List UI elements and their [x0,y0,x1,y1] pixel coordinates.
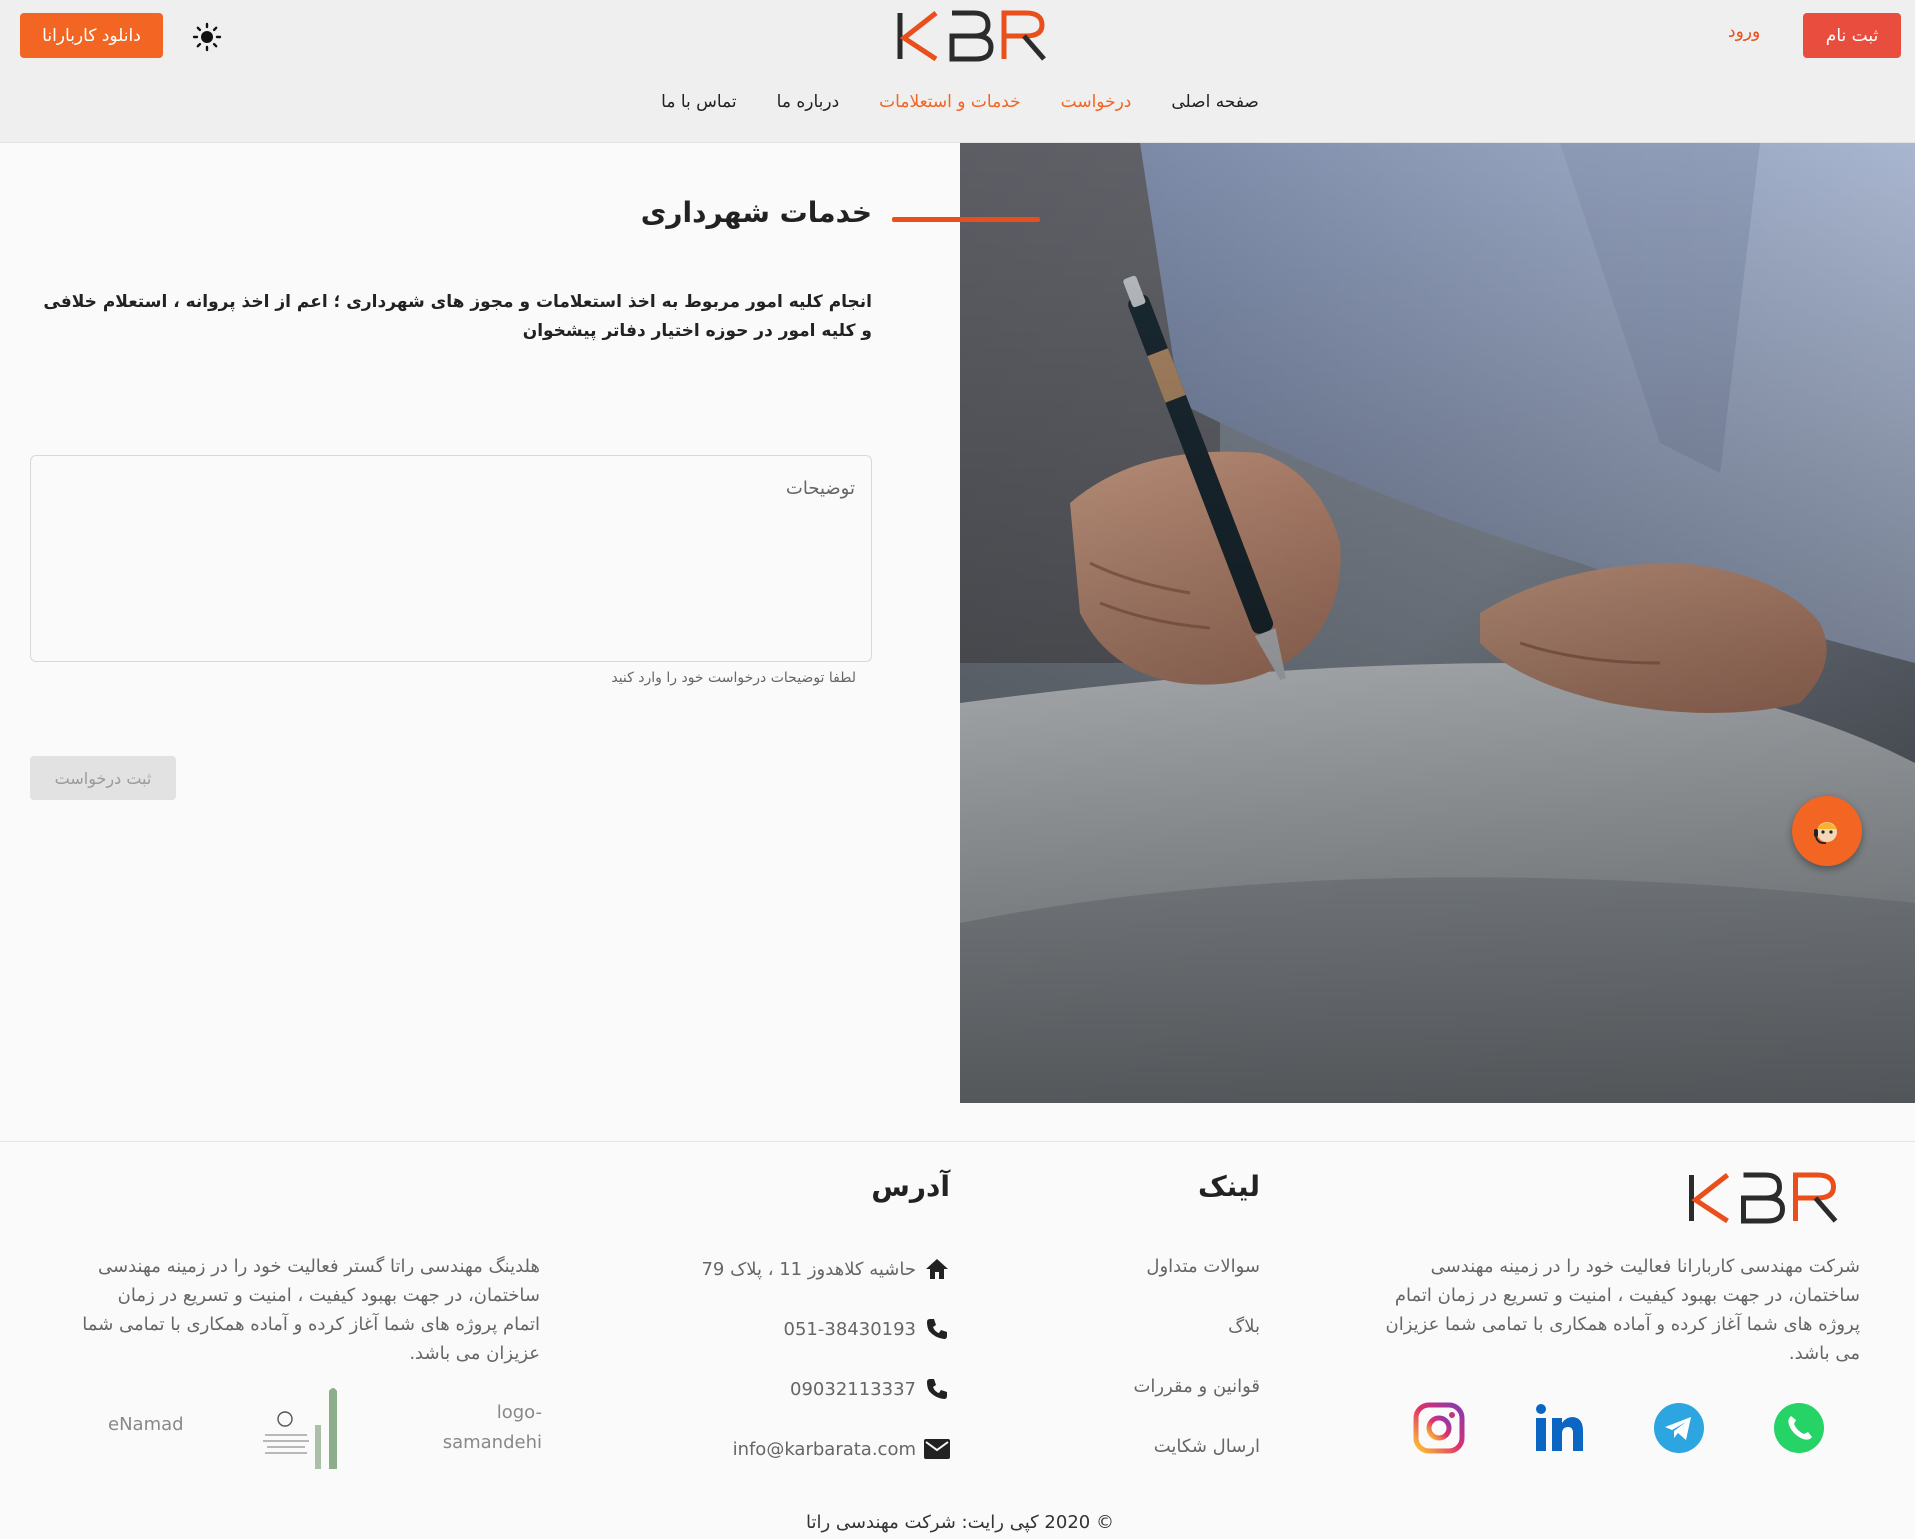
download-app-button[interactable]: دانلود کاربارانا [20,13,163,58]
ministry-emblem[interactable] [255,1385,350,1470]
footer-company-about: شرکت مهندسی کاربارانا فعالیت خود را در ز… [1385,1256,1861,1364]
nav-home[interactable]: صفحه اصلی [1171,92,1258,120]
register-button[interactable]: ثبت نام [1803,13,1901,58]
copyright-text: © 2020 کپی رایت: شرکت مهندسی راتا [806,1512,1114,1533]
description-helper-text: لطفا توضیحات درخواست خود را وارد کنید [611,670,856,686]
main-nav: صفحه اصلی درخواست خدمات و استعلامات دربا… [640,92,1280,120]
email-row: info@karbarata.com [600,1436,950,1462]
phone-number-2[interactable]: 09032113337 [790,1379,916,1400]
phone-row-1: 051-38430193 [600,1316,950,1342]
title-accent-line [892,217,1040,222]
footer-kbr-logo [1686,1170,1841,1226]
support-chat-button[interactable] [1792,796,1862,866]
nav-contact[interactable]: تماس با ما [661,92,737,120]
phone-row-2: 09032113337 [600,1376,950,1402]
page-title: خدمات شهرداری [640,196,872,229]
phone-icon [924,1316,950,1342]
footer-divider [0,1141,1915,1142]
link-blog[interactable]: بلاگ [1060,1316,1260,1337]
linkedin-icon[interactable] [1531,1400,1587,1456]
site-header: دانلود کاربارانا ورود ثبت نام صفحه اصلی … [0,0,1915,143]
phone-number-1[interactable]: 051-38430193 [784,1319,916,1340]
kbr-logo[interactable] [896,8,1048,64]
nav-about[interactable]: درباره ما [777,92,840,120]
whatsapp-icon[interactable] [1771,1400,1827,1456]
enamad-badge[interactable]: eNamad [108,1414,184,1435]
home-icon [924,1256,950,1282]
links-title: لینک [1197,1170,1260,1203]
phone-icon [924,1376,950,1402]
service-description: انجام کلیه امور مربوط به اخذ استعلامات و… [43,292,872,341]
hero-image-writing-hand [960,143,1915,1103]
nav-request[interactable]: درخواست [1061,92,1132,120]
mail-icon [924,1436,950,1462]
samandehi-badge[interactable]: logo-samandehi [430,1398,542,1458]
telegram-icon[interactable] [1651,1400,1707,1456]
login-link[interactable]: ورود [1728,22,1760,42]
footer-holding-about: هلدینگ مهندسی راتا گستر فعالیت خود را در… [82,1256,540,1364]
address-text: حاشیه کلاهدوز 11 ، پلاک 79 [701,1258,916,1280]
description-field-wrapper [30,455,872,662]
submit-request-button[interactable]: ثبت درخواست [30,756,176,800]
nav-services[interactable]: خدمات و استعلامات [879,92,1020,120]
address-row: حاشیه کلاهدوز 11 ، پلاک 79 [600,1256,950,1282]
link-terms[interactable]: قوانین و مقررات [1060,1376,1260,1397]
address-title: آدرس [871,1170,950,1203]
link-complaint[interactable]: ارسال شکایت [1060,1436,1260,1457]
email-address[interactable]: info@karbarata.com [733,1439,916,1460]
link-faq[interactable]: سوالات متداول [1060,1256,1260,1277]
sun-icon[interactable] [190,20,224,54]
instagram-icon[interactable] [1411,1400,1467,1456]
support-agent-icon [1814,822,1837,845]
description-textarea[interactable] [31,456,871,661]
